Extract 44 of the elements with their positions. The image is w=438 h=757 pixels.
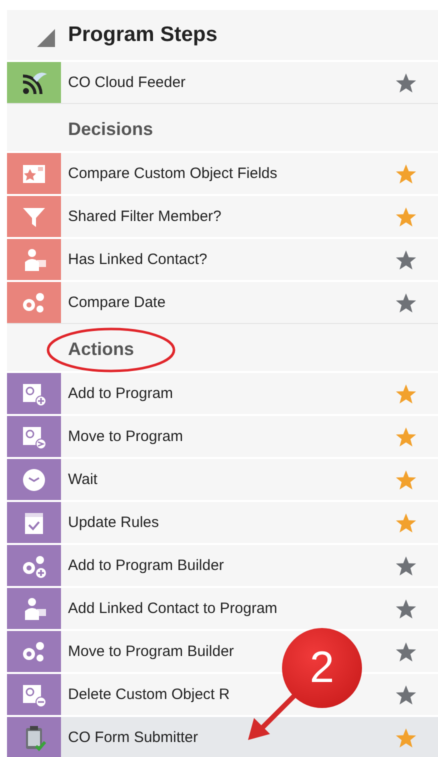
star-icon[interactable] bbox=[395, 72, 417, 94]
star-icon[interactable] bbox=[395, 382, 417, 404]
collapse-triangle-icon[interactable] bbox=[37, 29, 55, 47]
step-item[interactable]: Compare Date bbox=[7, 280, 438, 323]
star-icon[interactable] bbox=[395, 292, 417, 314]
step-item[interactable]: Wait bbox=[7, 457, 438, 500]
step-item[interactable]: Has Linked Contact? bbox=[7, 237, 438, 280]
star-icon[interactable] bbox=[395, 554, 417, 576]
group-header: Actions bbox=[68, 338, 134, 360]
star-icon[interactable] bbox=[395, 468, 417, 490]
star-icon[interactable] bbox=[395, 206, 417, 228]
step-label: Move to Program Builder bbox=[68, 643, 235, 660]
star-icon[interactable] bbox=[395, 162, 417, 184]
step-item[interactable]: Compare Custom Object Fields bbox=[7, 151, 438, 194]
star-icon[interactable] bbox=[395, 640, 417, 662]
step-label: Compare Date bbox=[68, 294, 167, 311]
step-label: Move to Program bbox=[68, 428, 184, 445]
step-label: Update Rules bbox=[68, 514, 160, 531]
step-item[interactable]: CO Form Submitter bbox=[7, 715, 438, 757]
step-label: Has Linked Contact? bbox=[68, 251, 208, 268]
star-icon[interactable] bbox=[395, 598, 417, 620]
step-item[interactable]: Add Linked Contact to Program bbox=[7, 586, 438, 629]
step-item[interactable]: Move to Program bbox=[7, 414, 438, 457]
step-label: Add Linked Contact to Program bbox=[68, 600, 278, 617]
step-item[interactable]: Shared Filter Member? bbox=[7, 194, 438, 237]
step-item[interactable]: Update Rules bbox=[7, 500, 438, 543]
star-icon[interactable] bbox=[395, 248, 417, 270]
step-label: Wait bbox=[68, 471, 98, 488]
star-icon[interactable] bbox=[395, 426, 417, 448]
star-icon[interactable] bbox=[395, 684, 417, 706]
step-label: CO Form Submitter bbox=[68, 729, 200, 746]
group-header: Decisions bbox=[68, 118, 154, 140]
step-label: CO Cloud Feeder bbox=[68, 74, 187, 91]
star-icon[interactable] bbox=[395, 726, 417, 748]
step-label: Delete Custom Object R bbox=[68, 686, 231, 703]
star-icon[interactable] bbox=[395, 512, 417, 534]
step-item[interactable]: Add to Program bbox=[7, 371, 438, 414]
step-label: Shared Filter Member? bbox=[68, 208, 222, 225]
step-item[interactable]: Add to Program Builder bbox=[7, 543, 438, 586]
step-label: Add to Program Builder bbox=[68, 557, 225, 574]
step-label: Compare Custom Object Fields bbox=[68, 165, 278, 182]
step-item[interactable]: CO Cloud Feeder bbox=[7, 60, 438, 103]
step-label: Add to Program bbox=[68, 385, 174, 402]
panel-title: Program Steps bbox=[68, 23, 218, 47]
